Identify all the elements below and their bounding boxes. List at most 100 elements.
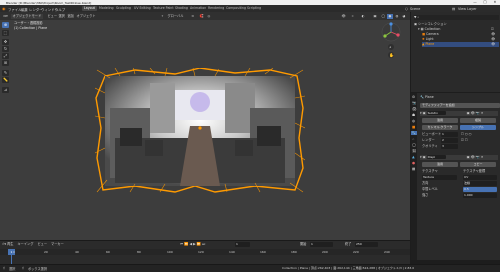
texture-tab-icon[interactable]: ▦ xyxy=(412,167,415,171)
outliner-filter-icon[interactable]: ▼ ⌕ xyxy=(414,15,419,19)
apply-button[interactable]: 適用 xyxy=(422,162,458,167)
copy-button[interactable]: コピー xyxy=(460,162,496,167)
menu-edit[interactable]: 編集 xyxy=(21,7,28,12)
blender-logo-icon[interactable]: ◉ xyxy=(2,6,6,11)
shading-solid-icon[interactable]: ● xyxy=(387,13,393,19)
playhead-line[interactable] xyxy=(11,255,12,264)
modifier-displace-header[interactable]: ▾ ▣ Displ ▣ 👁 📷 ✕ xyxy=(420,155,498,160)
mode-selector[interactable]: オブジェクトモード xyxy=(11,13,43,19)
option-checkbox[interactable]: ☑ ☐ xyxy=(461,138,468,143)
world-tab-icon[interactable]: ◍ xyxy=(412,119,415,123)
render-tab-icon[interactable]: 📷 xyxy=(412,101,416,105)
modifier-toggle-icons[interactable]: ▣ 👁 📷 ✕ xyxy=(467,155,484,159)
menu-select[interactable]: 選択 xyxy=(57,14,66,19)
apply-button[interactable]: 適用 xyxy=(422,118,458,123)
annotate-tool-icon[interactable]: ✎ xyxy=(2,70,9,76)
copy-button[interactable]: 複製 xyxy=(460,118,496,123)
tool-tab-icon[interactable]: ⚙ xyxy=(412,95,415,99)
menu-help[interactable]: ヘルプ xyxy=(55,7,65,12)
output-tab-icon[interactable]: 🖨 xyxy=(412,107,416,111)
modifier-name-field[interactable]: Displ xyxy=(426,155,446,159)
visibility-icon[interactable]: 👁 xyxy=(340,14,347,19)
option-checkbox[interactable]: ☐ ○ ○ xyxy=(461,132,471,137)
pivot-icon[interactable]: ⊙ xyxy=(190,14,196,19)
tab-layout[interactable]: Layout xyxy=(82,6,97,11)
viewport-level-field[interactable]: 1 xyxy=(441,132,458,137)
scene-selector[interactable]: Scene xyxy=(410,7,420,11)
select-tool-icon[interactable]: ⊕ xyxy=(2,22,9,28)
menu-add[interactable]: 追加 xyxy=(66,14,75,19)
menu-playback[interactable]: 再生 xyxy=(7,242,13,246)
modifier-subdiv-header[interactable]: ▾ ▣ Subdiv ▣ 👁 📷 ✕ xyxy=(420,111,498,116)
jump-start-icon[interactable]: ⏮ xyxy=(180,242,183,246)
snap-icon[interactable]: 🧲 xyxy=(198,14,205,19)
modifier-toggle-icons[interactable]: ▣ 👁 📷 ✕ xyxy=(467,111,484,115)
play-reverse-icon[interactable]: ◀ xyxy=(189,242,192,246)
tick-label: 40 xyxy=(75,249,79,254)
displaced-mesh[interactable] xyxy=(95,68,305,193)
object-tab-icon[interactable]: ■ xyxy=(412,125,415,129)
modifier-name-field[interactable]: Subdiv xyxy=(426,111,446,115)
simple-button[interactable]: シンプル xyxy=(460,125,496,130)
proportional-icon[interactable]: ◎ xyxy=(206,14,212,19)
tab-texture-paint[interactable]: Texture Paint xyxy=(151,6,176,11)
status-box-select: ボックス選択 xyxy=(28,267,48,271)
tab-modeling[interactable]: Modeling xyxy=(97,6,116,11)
menu-file[interactable]: ファイル xyxy=(8,7,22,12)
current-frame-field[interactable]: 1 xyxy=(235,242,250,247)
prev-key-icon[interactable]: ⏪ xyxy=(184,242,188,246)
play-icon[interactable]: ▶ xyxy=(193,242,196,246)
material-tab-icon[interactable]: ● xyxy=(412,161,415,165)
cursor-tool-icon[interactable]: ⬚ xyxy=(2,30,9,36)
navigation-gizmo[interactable]: ⌕ ✋ xyxy=(378,22,404,62)
timeline-ruler[interactable]: 1 0 20 40 60 80 100 120 140 160 180 200 … xyxy=(0,249,410,255)
add-cube-tool-icon[interactable]: ⊿ xyxy=(2,87,9,93)
properties-tabs: ⚙ 📷 🖨 ☗ ◍ ■ 🔧 ∴ ◯ ⛓ ▲ ● ▦ xyxy=(411,93,417,260)
move-tool-icon[interactable]: ✥ xyxy=(2,39,9,45)
jump-end-icon[interactable]: ⏭ xyxy=(202,242,205,246)
tab-sculpting[interactable]: Sculpting xyxy=(114,6,133,11)
next-key-icon[interactable]: ⏩ xyxy=(197,242,201,246)
orientation-selector[interactable]: グローバル xyxy=(166,14,185,19)
midlevel-field[interactable]: 0.5 xyxy=(463,187,497,192)
scene-tab-icon[interactable]: ☗ xyxy=(412,113,415,117)
shading-material-icon[interactable]: ◍ xyxy=(394,14,400,19)
data-tab-icon[interactable]: ▲ xyxy=(412,155,415,159)
render-level-field[interactable]: 2 xyxy=(441,138,458,143)
catmull-clark-button[interactable]: カトマル-クラーク xyxy=(422,125,458,130)
direction-field[interactable]: 法線 xyxy=(463,181,497,186)
end-frame-field[interactable]: 250 xyxy=(355,242,378,247)
editor-type-icon[interactable]: ⊡▾ xyxy=(2,14,9,19)
shading-wireframe-icon[interactable]: ◯ xyxy=(380,14,387,19)
menu-keying[interactable]: キーイング xyxy=(18,242,34,246)
texture-field[interactable]: Texture xyxy=(422,175,457,180)
constraints-tab-icon[interactable]: ⛓ xyxy=(412,149,416,153)
tab-scripting[interactable]: Scripting xyxy=(245,6,263,11)
transform-tool-icon[interactable]: ⊞ xyxy=(2,60,9,66)
coords-field[interactable]: UV xyxy=(463,175,497,180)
quality-field[interactable]: 3 xyxy=(441,144,458,149)
add-modifier-button[interactable]: モディファイアーを追加 xyxy=(420,103,500,108)
xray-icon[interactable]: ▣ xyxy=(372,14,378,19)
svg-text:⌕: ⌕ xyxy=(389,45,391,50)
view-layer-selector[interactable]: View Layer xyxy=(458,7,477,11)
outliner-item-plane[interactable]: ▲ Plane xyxy=(422,42,499,47)
start-frame-field[interactable]: 1 xyxy=(310,242,333,247)
overlay-icon[interactable]: ◐ xyxy=(360,14,366,19)
menu-object[interactable]: オブジェクト xyxy=(75,14,97,19)
scale-tool-icon[interactable]: ⤢ xyxy=(2,53,9,59)
physics-tab-icon[interactable]: ◯ xyxy=(412,143,416,147)
start-label: 開始 xyxy=(300,242,307,246)
measure-tool-icon[interactable]: 📏 xyxy=(2,77,9,83)
menu-marker[interactable]: マーカー xyxy=(51,242,64,246)
gizmo-icon[interactable]: ⊹ xyxy=(350,14,356,19)
visibility-eye-icon[interactable]: 👁 xyxy=(491,42,495,47)
tab-uv-editing[interactable]: UV Editing xyxy=(132,6,153,11)
modifier-tab-icon[interactable]: 🔧 xyxy=(411,131,417,135)
menu-timeline-view[interactable]: ビュー xyxy=(37,242,47,246)
strength-field[interactable]: 1.000 xyxy=(463,193,497,198)
rotate-tool-icon[interactable]: ↻ xyxy=(2,46,9,52)
shading-rendered-icon[interactable]: ◕ xyxy=(401,14,407,19)
particles-tab-icon[interactable]: ∴ xyxy=(412,137,414,141)
window-title: Blender [D:\Blender\360\Project\Room_Tes… xyxy=(6,0,92,5)
